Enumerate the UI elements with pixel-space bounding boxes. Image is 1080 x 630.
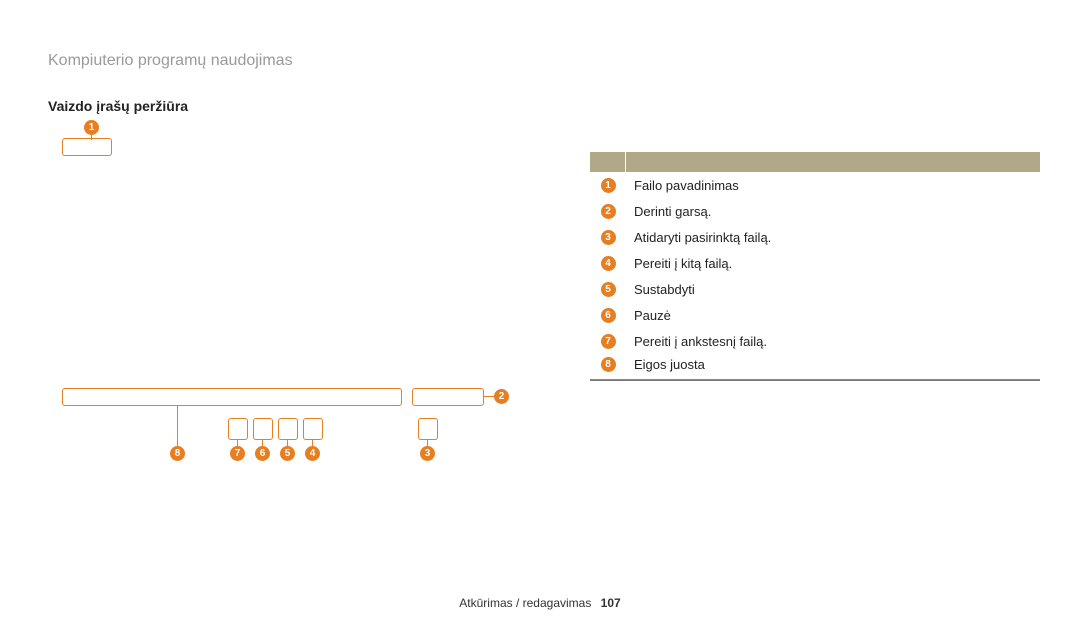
page-footer: Atkūrimas / redagavimas 107 bbox=[0, 596, 1080, 610]
legend-num: 4 bbox=[601, 256, 616, 271]
legend-num-cell: 4 bbox=[590, 256, 626, 271]
next-button-box bbox=[303, 418, 323, 440]
legend-table: 1 Failo pavadinimas 2 Derinti garsą. 3 A… bbox=[590, 152, 1040, 381]
video-player-diagram: 1 2 8 7 6 5 4 3 bbox=[62, 120, 522, 460]
legend-num: 2 bbox=[601, 204, 616, 219]
legend-row: 1 Failo pavadinimas bbox=[590, 172, 1040, 198]
legend-row: 3 Atidaryti pasirinktą failą. bbox=[590, 224, 1040, 250]
legend-text: Eigos juosta bbox=[626, 357, 705, 372]
progress-bar-box bbox=[62, 388, 402, 406]
callout-2: 2 bbox=[494, 389, 509, 404]
legend-num-cell: 1 bbox=[590, 178, 626, 193]
legend-num-cell: 5 bbox=[590, 282, 626, 297]
stop-button-box bbox=[278, 418, 298, 440]
legend-row: 2 Derinti garsą. bbox=[590, 198, 1040, 224]
open-button-box bbox=[418, 418, 438, 440]
legend-text: Pereiti į kitą failą. bbox=[626, 256, 732, 271]
section-title: Vaizdo įrašų peržiūra bbox=[48, 98, 188, 114]
legend-text: Pereiti į ankstesnį failą. bbox=[626, 334, 767, 349]
page-number: 107 bbox=[601, 596, 621, 610]
legend-header bbox=[590, 152, 1040, 172]
legend-header-num-col bbox=[590, 152, 626, 172]
legend-num: 1 bbox=[601, 178, 616, 193]
legend-num-cell: 7 bbox=[590, 334, 626, 349]
callout-4: 4 bbox=[305, 446, 320, 461]
legend-text: Sustabdyti bbox=[626, 282, 695, 297]
pause-button-box bbox=[253, 418, 273, 440]
legend-text: Atidaryti pasirinktą failą. bbox=[626, 230, 771, 245]
legend-text: Derinti garsą. bbox=[626, 204, 711, 219]
prev-button-box bbox=[228, 418, 248, 440]
legend-body: 1 Failo pavadinimas 2 Derinti garsą. 3 A… bbox=[590, 172, 1040, 381]
legend-text: Failo pavadinimas bbox=[626, 178, 739, 193]
callout-8: 8 bbox=[170, 446, 185, 461]
callout-line bbox=[484, 396, 494, 397]
callout-6: 6 bbox=[255, 446, 270, 461]
legend-text: Pauzė bbox=[626, 308, 671, 323]
legend-row: 8 Eigos juosta bbox=[590, 354, 1040, 380]
legend-num: 6 bbox=[601, 308, 616, 323]
legend-num-cell: 8 bbox=[590, 357, 626, 372]
callout-line bbox=[177, 406, 178, 446]
footer-label: Atkūrimas / redagavimas bbox=[459, 596, 591, 610]
legend-num: 3 bbox=[601, 230, 616, 245]
legend-num-cell: 6 bbox=[590, 308, 626, 323]
callout-3: 3 bbox=[420, 446, 435, 461]
legend-row: 6 Pauzė bbox=[590, 302, 1040, 328]
callout-7: 7 bbox=[230, 446, 245, 461]
legend-num: 8 bbox=[601, 357, 616, 372]
legend-num: 7 bbox=[601, 334, 616, 349]
filename-box bbox=[62, 138, 112, 156]
legend-num-cell: 2 bbox=[590, 204, 626, 219]
callout-1: 1 bbox=[84, 120, 99, 135]
page-header: Kompiuterio programų naudojimas bbox=[48, 52, 293, 70]
legend-row: 7 Pereiti į ankstesnį failą. bbox=[590, 328, 1040, 354]
legend-num: 5 bbox=[601, 282, 616, 297]
legend-row: 4 Pereiti į kitą failą. bbox=[590, 250, 1040, 276]
volume-box bbox=[412, 388, 484, 406]
legend-num-cell: 3 bbox=[590, 230, 626, 245]
callout-5: 5 bbox=[280, 446, 295, 461]
legend-row: 5 Sustabdyti bbox=[590, 276, 1040, 302]
